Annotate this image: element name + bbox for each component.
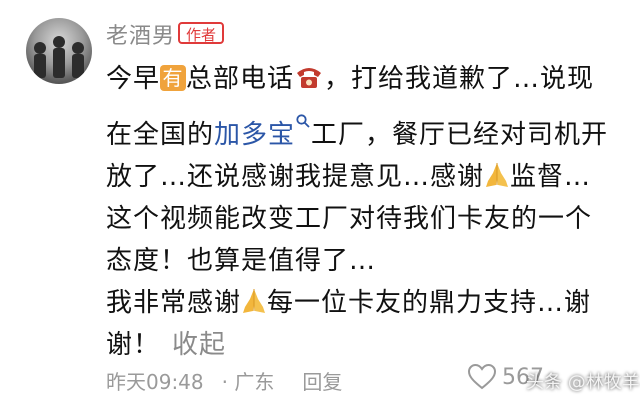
you-badge: 有 (160, 65, 187, 91)
watermark-text: 头条 @林牧羊 (526, 372, 640, 393)
author-badge: 作者 (178, 22, 225, 44)
watermark: 头条 @林牧羊 (526, 368, 640, 394)
comment-text-part: 监督… (510, 162, 592, 192)
pray-icon (241, 286, 267, 314)
avatar[interactable] (26, 18, 92, 84)
comment-meta: 昨天09:48 · 广东 回复 (106, 366, 360, 395)
avatar-image (34, 36, 84, 78)
comment-location: · 广东 (221, 370, 275, 394)
search-icon[interactable] (295, 100, 311, 128)
pray-icon (484, 160, 510, 188)
comment-text: 今早 有总部电话 ，打给我道歉了…说现在全国的加多宝 工厂，餐厅已经对司机开放了…还说… (106, 58, 616, 366)
comment-time: 昨天09:48 (106, 370, 204, 394)
comment-text-part: 这个视频能改变工厂对待我们卡友的一个态度！也算是值得了… (106, 204, 593, 276)
username[interactable]: 老酒男 (106, 18, 175, 50)
comment-text-part: 总部电话 (186, 64, 295, 94)
topic-link[interactable]: 加多宝 (214, 120, 295, 150)
phone-icon (294, 61, 324, 88)
reply-button[interactable]: 回复 (302, 370, 342, 394)
comment-text-part: 我非常感谢 (106, 288, 242, 318)
heart-icon (468, 364, 496, 390)
comment-text-part: 今早 (106, 64, 161, 94)
collapse-button[interactable]: 收起 (172, 330, 226, 360)
